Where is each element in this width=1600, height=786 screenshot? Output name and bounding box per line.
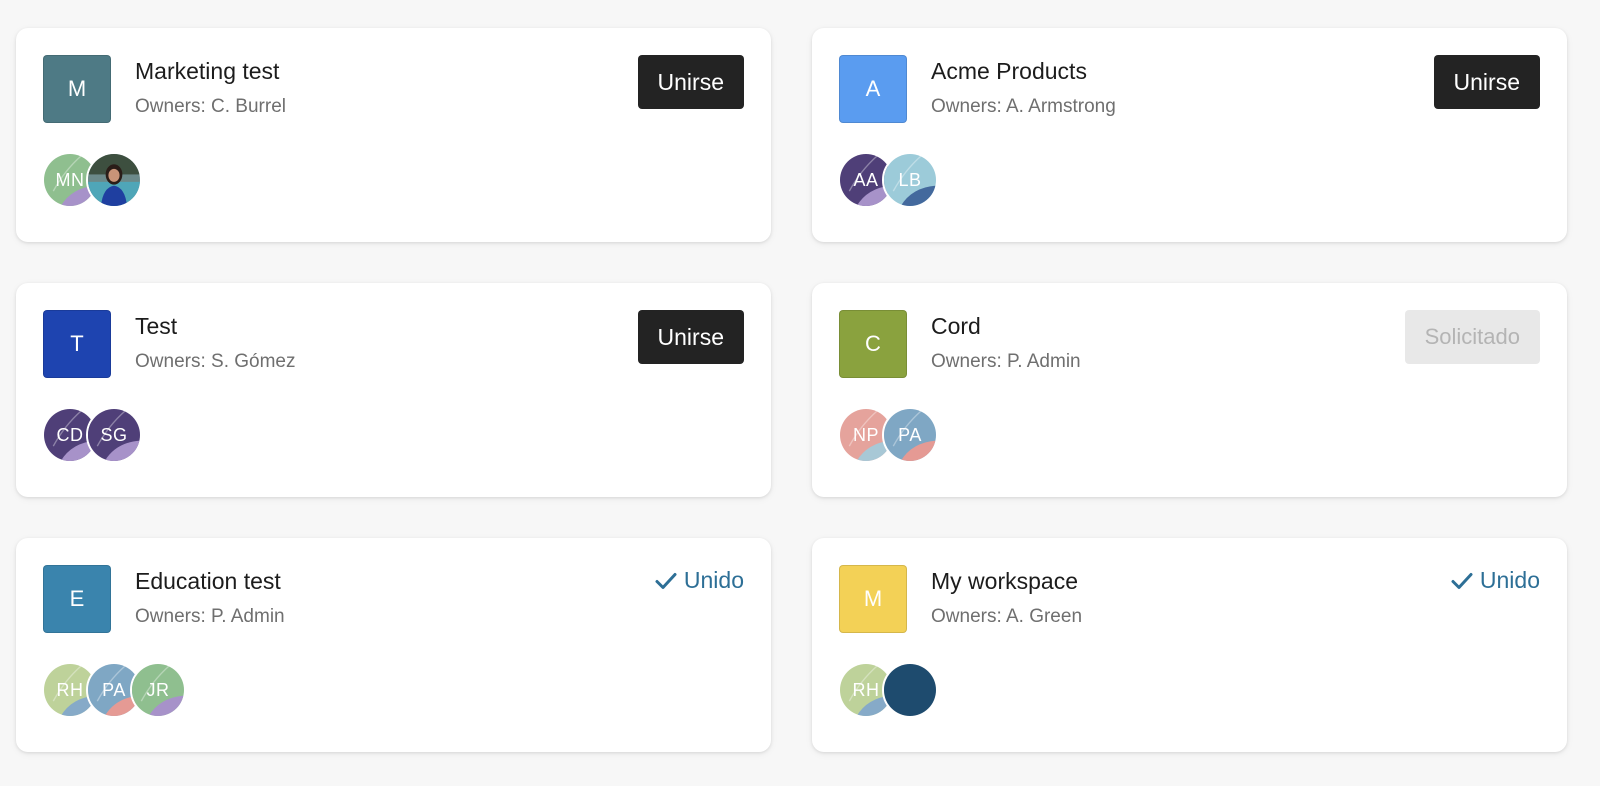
avatar-initials: PA [102, 679, 126, 700]
avatar [882, 662, 938, 718]
avatar-initials: LB [898, 169, 922, 190]
workspace-icon: E [43, 565, 111, 633]
checkmark-icon [1451, 572, 1473, 589]
workspace-owners: Owners: P. Admin [135, 606, 285, 627]
avatar-initials: JR [146, 679, 170, 700]
join-button[interactable]: Unirse [1433, 55, 1540, 109]
avatar-initials: CD [56, 424, 84, 445]
joined-label: Unido [1479, 567, 1540, 593]
avatar: PA [882, 407, 938, 463]
avatar-initials: PA [898, 424, 922, 445]
joined-status: Unido [1450, 567, 1540, 594]
workspace-name: Cord [931, 313, 981, 339]
workspace-name: Education test [135, 568, 281, 594]
workspace-name: Test [135, 313, 178, 339]
workspace-card: A Acme Products Owners: A. Armstrong Uni… [812, 28, 1567, 242]
workspace-name: My workspace [931, 568, 1078, 594]
member-avatars: MN [42, 152, 142, 208]
joined-label: Unido [683, 567, 744, 593]
workspace-grid: M Marketing test Owners: C. Burrel Unirs… [16, 28, 1567, 752]
workspace-card: E Education test Owners: P. Admin Unido … [16, 538, 771, 752]
workspace-icon: T [43, 310, 111, 378]
avatar-initials: MN [55, 169, 85, 190]
workspace-name: Acme Products [931, 58, 1087, 84]
workspace-owners: Owners: C. Burrel [135, 96, 286, 117]
requested-button: Solicitado [1404, 310, 1540, 364]
user-photo-icon [88, 154, 140, 206]
avatar-initials: RH [852, 679, 880, 700]
workspace-card: C Cord Owners: P. Admin Solicitado NP PA [812, 283, 1567, 497]
workspace-card: T Test Owners: S. Gómez Unirse CD SG [16, 283, 771, 497]
workspace-card: M My workspace Owners: A. Green Unido RH [812, 538, 1567, 752]
avatar-initials: AA [853, 169, 879, 190]
workspace-owners: Owners: S. Gómez [135, 351, 296, 372]
workspace-owners: Owners: P. Admin [931, 351, 1081, 372]
workspace-name: Marketing test [135, 58, 280, 84]
avatar-initials: RH [56, 679, 84, 700]
avatar: JR [130, 662, 186, 718]
workspace-icon: M [43, 55, 111, 123]
member-avatars: CD SG [42, 407, 142, 463]
workspace-icon: A [839, 55, 907, 123]
member-avatars: AA LB [838, 152, 938, 208]
member-avatars: NP PA [838, 407, 938, 463]
member-avatars: RH [838, 662, 938, 718]
joined-status: Unido [654, 567, 744, 594]
join-button[interactable]: Unirse [637, 55, 744, 109]
checkmark-icon [655, 572, 677, 589]
join-button[interactable]: Unirse [637, 310, 744, 364]
member-avatars: RH PA JR [42, 662, 186, 718]
workspace-owners: Owners: A. Armstrong [931, 96, 1116, 117]
avatar-photo [86, 152, 142, 208]
workspace-owners: Owners: A. Green [931, 606, 1083, 627]
avatar-initials: SG [100, 424, 128, 445]
avatar-initials: NP [852, 424, 879, 445]
workspace-card: M Marketing test Owners: C. Burrel Unirs… [16, 28, 771, 242]
avatar-pattern [884, 664, 936, 716]
workspace-icon: C [839, 310, 907, 378]
workspace-icon: M [839, 565, 907, 633]
avatar: LB [882, 152, 938, 208]
avatar: SG [86, 407, 142, 463]
